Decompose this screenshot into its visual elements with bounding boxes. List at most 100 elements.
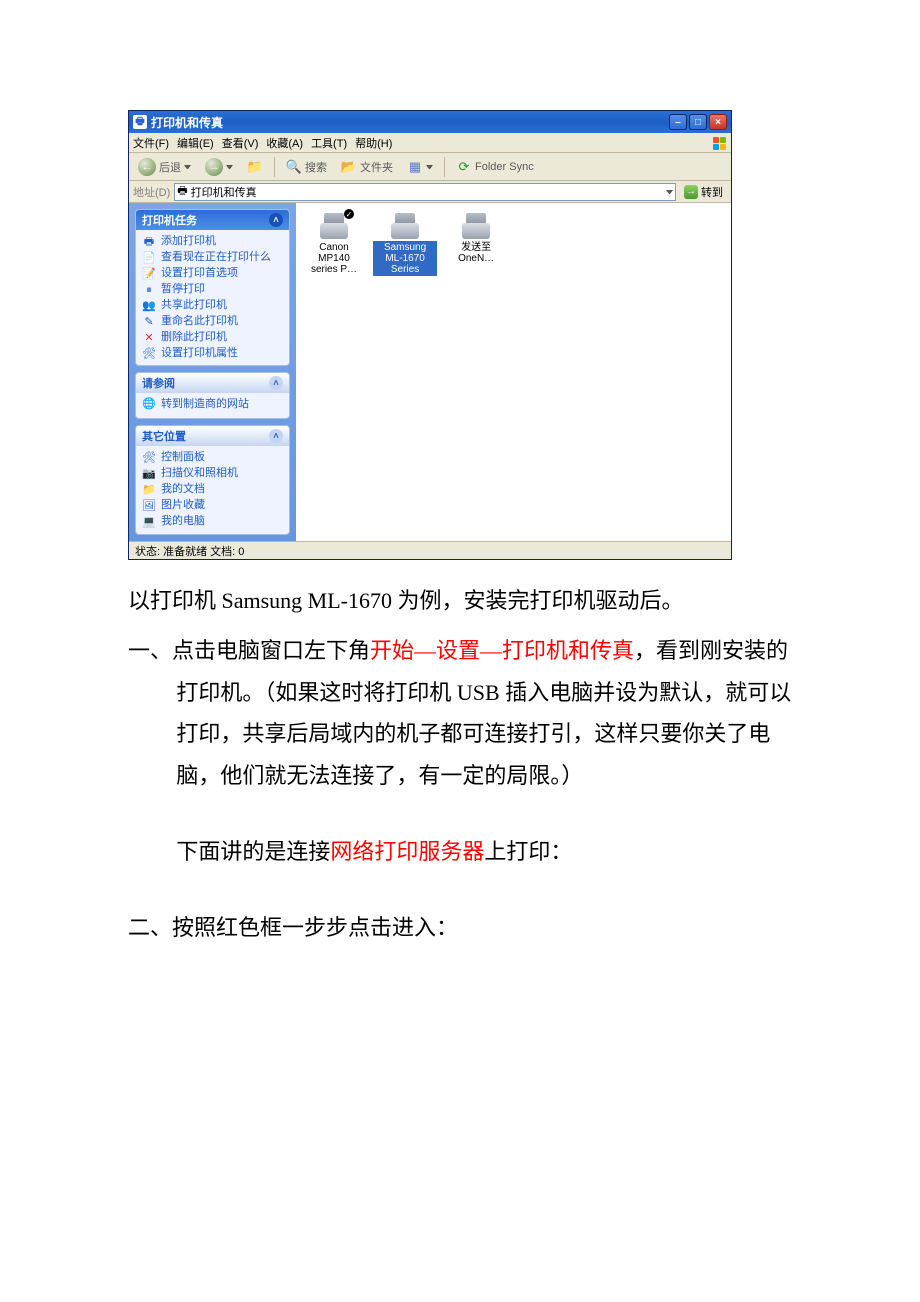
- task-label: 暂停打印: [161, 283, 205, 296]
- close-button[interactable]: ×: [709, 114, 727, 130]
- link-manufacturer-site[interactable]: 🌐转到制造商的网站: [142, 397, 283, 413]
- task-label: 设置打印首选项: [161, 267, 238, 280]
- printer-tasks-panel: 打印机任务 ˄ 🖶添加打印机 📄查看现在正在打印什么 📝设置打印首选项 ⏸ 暂停打…: [135, 209, 290, 366]
- printer-label: 发送至 OneN…: [444, 241, 508, 265]
- forward-button[interactable]: →: [200, 156, 238, 178]
- see-also-panel: 请参阅 ˄ 🌐转到制造商的网站: [135, 372, 290, 419]
- printer-label: Samsung ML-1670 Series: [373, 241, 437, 276]
- forward-arrow-icon: →: [205, 158, 223, 176]
- titlebar[interactable]: 🖶 打印机和传真 – □ ×: [129, 111, 731, 133]
- chevron-up-icon: ˄: [269, 429, 283, 443]
- menubar: 文件(F) 编辑(E) 查看(V) 收藏(A) 工具(T) 帮助(H): [129, 133, 731, 153]
- back-button[interactable]: ← 后退: [133, 156, 196, 178]
- separator: [274, 157, 275, 177]
- menu-view[interactable]: 查看(V): [222, 135, 259, 151]
- go-button[interactable]: → 转到: [680, 183, 727, 201]
- task-share-printer[interactable]: 👥共享此打印机: [142, 298, 283, 314]
- panel-title: 打印机任务: [142, 212, 197, 228]
- folders-label: 文件夹: [360, 159, 393, 175]
- step-number: 一、: [128, 638, 172, 663]
- task-printing-preferences[interactable]: 📝设置打印首选项: [142, 266, 283, 282]
- go-label: 转到: [701, 184, 723, 200]
- toolbar: ← 后退 → 📁 🔍 搜索 📂 文件夹 ▦ ⟳ Folder Sync: [129, 153, 731, 181]
- task-label: 共享此打印机: [161, 299, 227, 312]
- panel-header[interactable]: 请参阅 ˄: [136, 373, 289, 393]
- back-arrow-icon: ←: [138, 158, 156, 176]
- search-label: 搜索: [305, 159, 327, 175]
- views-button[interactable]: ▦: [402, 156, 438, 178]
- task-add-printer[interactable]: 🖶添加打印机: [142, 234, 283, 250]
- printer-list[interactable]: ✓ Canon MP140 series P… Samsung ML-1670 …: [296, 203, 731, 541]
- folders-icon: 📂: [341, 159, 357, 175]
- paragraph-step-1: 一、点击电脑窗口左下角开始—设置—打印机和传真，看到刚安装的打印机。（如果这时将…: [128, 630, 792, 797]
- up-button[interactable]: 📁: [242, 156, 268, 178]
- document-body: 以打印机 Samsung ML-1670 为例，安装完打印机驱动后。 一、点击电…: [128, 580, 792, 949]
- dropdown-icon: [426, 163, 433, 170]
- pause-icon: ⏸: [142, 283, 156, 297]
- paragraph-intro: 以打印机 Samsung ML-1670 为例，安装完打印机驱动后。: [128, 580, 792, 622]
- link-scanners-cameras[interactable]: 📷 扫描仪和照相机: [142, 466, 283, 482]
- status-bar: 状态: 准备就绪 文档: 0: [129, 541, 731, 559]
- window-icon: 🖶: [133, 115, 147, 129]
- sync-icon: ⟳: [456, 159, 472, 175]
- task-pane: 打印机任务 ˄ 🖶添加打印机 📄查看现在正在打印什么 📝设置打印首选项 ⏸ 暂停打…: [129, 203, 296, 541]
- task-label: 图片收藏: [161, 499, 205, 512]
- folder-sync-label: Folder Sync: [475, 161, 534, 173]
- text: 点击电脑窗口左下角: [172, 638, 370, 663]
- delete-icon: ✕: [142, 331, 156, 345]
- printer-item-samsung[interactable]: Samsung ML-1670 Series: [373, 209, 437, 276]
- link-control-panel[interactable]: 🛠控制面板: [142, 450, 283, 466]
- link-my-documents[interactable]: 📁我的文档: [142, 482, 283, 498]
- task-label: 查看现在正在打印什么: [161, 251, 271, 264]
- menu-favorites[interactable]: 收藏(A): [266, 135, 303, 151]
- views-icon: ▦: [407, 159, 423, 175]
- panel-header[interactable]: 打印机任务 ˄: [136, 210, 289, 230]
- address-bar: 地址(D) 🖶 打印机和传真 → 转到: [129, 181, 731, 203]
- task-label: 删除此打印机: [161, 331, 227, 344]
- rename-icon: ✎: [142, 315, 156, 329]
- link-my-pictures[interactable]: 🖼 图片收藏: [142, 498, 283, 514]
- text: 上打印：: [484, 839, 572, 864]
- menu-file[interactable]: 文件(F): [133, 135, 169, 151]
- printers-and-faxes-window: 🖶 打印机和传真 – □ × 文件(F) 编辑(E) 查看(V) 收藏(A) 工…: [128, 110, 732, 560]
- separator: [444, 157, 445, 177]
- pictures-icon: 🖼: [142, 499, 156, 513]
- task-delete-printer[interactable]: ✕ 删除此打印机: [142, 330, 283, 346]
- task-see-whats-printing[interactable]: 📄查看现在正在打印什么: [142, 250, 283, 266]
- task-label: 扫描仪和照相机: [161, 467, 238, 480]
- chevron-up-icon: ˄: [269, 376, 283, 390]
- panel-title: 其它位置: [142, 428, 186, 444]
- task-printer-properties[interactable]: 🛠设置打印机属性: [142, 346, 283, 362]
- menu-edit[interactable]: 编辑(E): [177, 135, 214, 151]
- dropdown-icon[interactable]: [666, 188, 673, 195]
- paragraph-step-2: 二、按照红色框一步步点击进入：: [128, 907, 792, 949]
- camera-icon: 📷: [142, 467, 156, 481]
- printer-item-onenote[interactable]: 发送至 OneN…: [444, 209, 508, 265]
- printer-item-canon[interactable]: ✓ Canon MP140 series P…: [302, 209, 366, 276]
- maximize-button[interactable]: □: [689, 114, 707, 130]
- properties-icon: 🛠: [142, 347, 156, 361]
- task-rename-printer[interactable]: ✎重命名此打印机: [142, 314, 283, 330]
- menu-help[interactable]: 帮助(H): [355, 135, 392, 151]
- address-label: 地址(D): [133, 184, 170, 200]
- task-label: 我的电脑: [161, 515, 205, 528]
- minimize-button[interactable]: –: [669, 114, 687, 130]
- link-my-computer[interactable]: 💻我的电脑: [142, 514, 283, 530]
- folder-sync-button[interactable]: ⟳ Folder Sync: [451, 156, 539, 178]
- panel-title: 请参阅: [142, 375, 175, 391]
- printer-label: Canon MP140 series P…: [302, 241, 366, 276]
- task-pause-printing[interactable]: ⏸ 暂停打印: [142, 282, 283, 298]
- task-label: 控制面板: [161, 451, 205, 464]
- go-arrow-icon: →: [684, 185, 698, 199]
- search-button[interactable]: 🔍 搜索: [281, 156, 332, 178]
- documents-icon: 📁: [142, 483, 156, 497]
- client-area: 打印机任务 ˄ 🖶添加打印机 📄查看现在正在打印什么 📝设置打印首选项 ⏸ 暂停打…: [129, 203, 731, 541]
- printer-icon: [458, 211, 494, 239]
- address-field[interactable]: 🖶 打印机和传真: [174, 183, 676, 201]
- menu-tools[interactable]: 工具(T): [311, 135, 347, 151]
- printers-folder-icon: 🖶: [177, 182, 187, 201]
- folder-up-icon: 📁: [247, 159, 263, 175]
- search-icon: 🔍: [286, 159, 302, 175]
- panel-header[interactable]: 其它位置 ˄: [136, 426, 289, 446]
- folders-button[interactable]: 📂 文件夹: [336, 156, 398, 178]
